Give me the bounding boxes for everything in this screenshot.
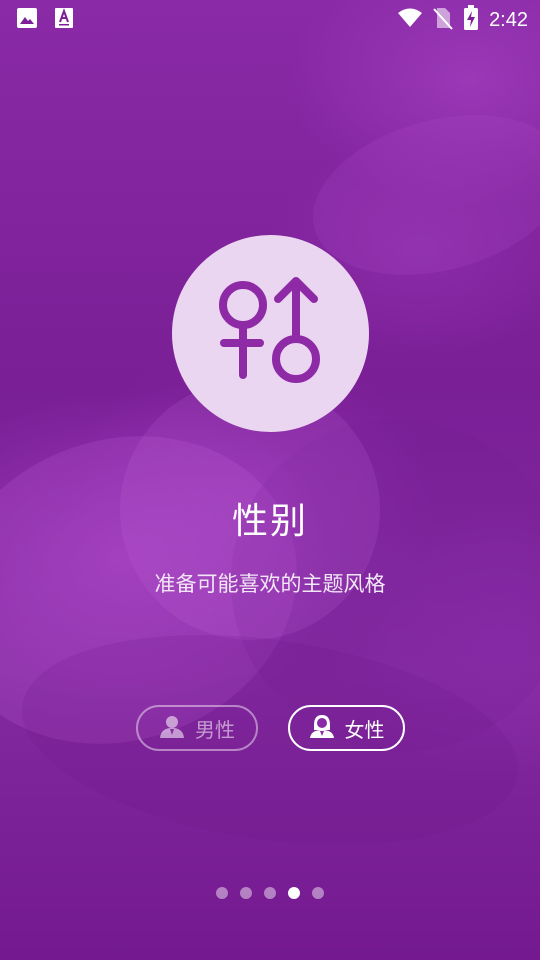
page-dot-active[interactable] — [288, 887, 300, 899]
page-dot[interactable] — [312, 887, 324, 899]
image-icon — [16, 7, 38, 33]
status-bar: 2:42 — [0, 0, 540, 36]
no-sim-icon — [433, 6, 453, 34]
background — [0, 0, 540, 960]
page-dot[interactable] — [240, 887, 252, 899]
male-option-button[interactable]: 男性 — [136, 705, 258, 751]
page-indicator — [0, 887, 540, 899]
gender-symbols-icon — [216, 276, 326, 391]
page-subtitle: 准备可能喜欢的主题风格 — [154, 572, 386, 596]
male-user-icon — [159, 713, 185, 744]
female-option-label: 女性 — [344, 717, 385, 742]
clock: 2:42 — [489, 8, 528, 31]
wifi-icon — [397, 7, 423, 33]
battery-charging-icon — [463, 5, 479, 35]
font-icon — [54, 7, 74, 33]
page-dot[interactable] — [216, 887, 228, 899]
page-dot[interactable] — [264, 887, 276, 899]
gender-illustration — [172, 235, 369, 432]
female-option-button[interactable]: 女性 — [288, 705, 405, 751]
female-user-icon — [309, 713, 335, 744]
male-option-label: 男性 — [195, 717, 235, 742]
page-title: 性别 — [231, 501, 308, 542]
